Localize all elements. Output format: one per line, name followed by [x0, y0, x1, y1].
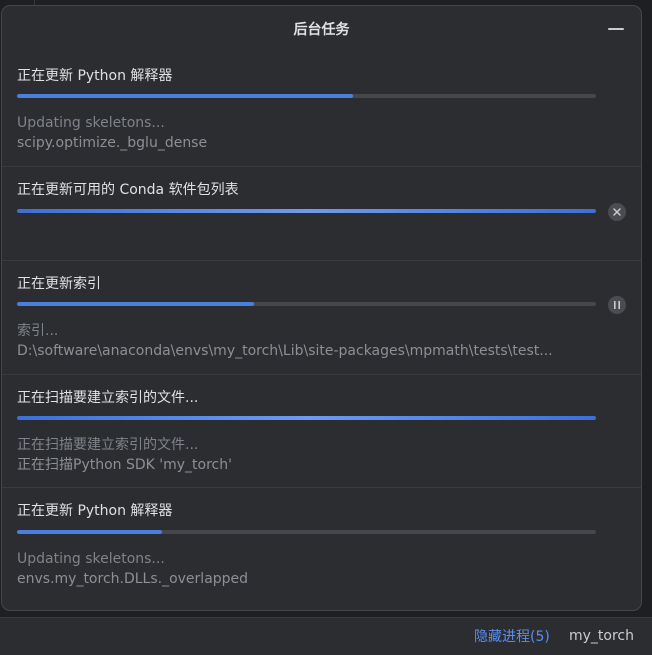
task-subdetail: 正在扫描Python SDK 'my_torch' [17, 457, 232, 473]
task-subdetail: D:\software\anaconda\envs\my_torch\Lib\s… [17, 343, 553, 359]
background-tasks-popup: 后台任务 正在更新 Python 解释器 Updating skeletons.… [1, 5, 642, 611]
progress-bar [17, 94, 596, 98]
task-item: 正在更新 Python 解释器 Updating skeletons... sc… [2, 54, 641, 166]
popup-title: 后台任务 [293, 22, 350, 38]
task-title: 正在更新索引 [17, 276, 101, 292]
progress-bar [17, 209, 596, 213]
task-title: 正在扫描要建立索引的文件... [17, 390, 199, 406]
cancel-icon [613, 208, 621, 216]
progress-bar [17, 416, 596, 420]
task-detail: Updating skeletons... [17, 551, 165, 567]
task-detail: 索引... [17, 323, 59, 339]
minimize-icon[interactable] [608, 28, 624, 30]
popup-header: 后台任务 [2, 6, 641, 54]
progress-bar [17, 302, 596, 306]
task-subdetail: scipy.optimize._bglu_dense [17, 135, 208, 151]
pause-icon [614, 301, 620, 309]
progress-fill [17, 94, 353, 98]
task-item: 正在扫描要建立索引的文件... 正在扫描要建立索引的文件... 正在扫描Pyth… [2, 374, 641, 488]
task-title: 正在更新可用的 Conda 软件包列表 [17, 182, 239, 198]
task-item: 正在更新 Python 解释器 Updating skeletons... en… [2, 487, 641, 610]
task-detail: Updating skeletons... [17, 115, 165, 131]
task-title: 正在更新 Python 解释器 [17, 68, 173, 84]
progress-bar [17, 530, 596, 534]
interpreter-selector[interactable]: my_torch [569, 627, 634, 645]
progress-fill [17, 302, 255, 306]
cancel-task-button[interactable] [608, 203, 626, 221]
progress-fill [17, 530, 162, 534]
progress-fill [17, 209, 596, 213]
task-detail: 正在扫描要建立索引的文件... [17, 437, 199, 453]
status-bar: 隐藏进程(5) my_torch [0, 617, 652, 655]
task-item: 正在更新索引 索引... D:\software\anaconda\envs\m… [2, 260, 641, 375]
task-title: 正在更新 Python 解释器 [17, 503, 173, 519]
progress-fill [17, 416, 596, 420]
hide-processes-link[interactable]: 隐藏进程(5) [474, 628, 550, 646]
task-item: 正在更新可用的 Conda 软件包列表 [2, 166, 641, 261]
pause-task-button[interactable] [608, 296, 626, 314]
task-subdetail: envs.my_torch.DLLs._overlapped [17, 571, 249, 587]
